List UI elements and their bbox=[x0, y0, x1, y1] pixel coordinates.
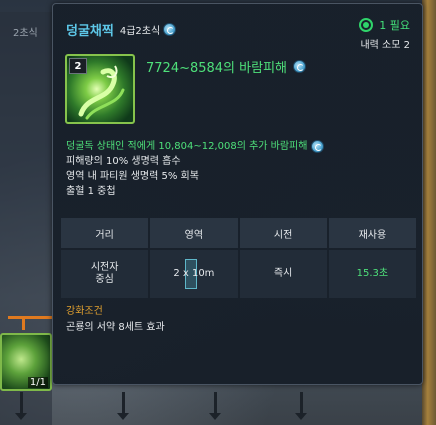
bonus-damage-text: 덩굴독 상태인 적에게 10,804~12,008의 추가 바람피해 bbox=[66, 141, 308, 152]
desc-line: 출혈 1 중첩 bbox=[66, 186, 116, 197]
stat-header-cooldown: 재사용 bbox=[328, 218, 416, 248]
desc-line: 영역 내 파티원 생명력 5% 회복 bbox=[66, 171, 199, 182]
stat-header-cast: 시전 bbox=[239, 218, 327, 248]
skill-tree-connector-vertical bbox=[22, 316, 25, 330]
skill-point-count: 1/1 bbox=[27, 377, 48, 388]
background-skill-slot[interactable]: 1/1 bbox=[0, 333, 52, 391]
upgrade-title: 강화조건 bbox=[66, 306, 103, 317]
desc-line: 피해량의 10% 생명력 흡수 bbox=[66, 156, 181, 167]
upgrade-description: 곤룡의 서약 8세트 효과 bbox=[66, 322, 165, 333]
stat-area-value: 2 x 10m bbox=[173, 268, 215, 279]
skill-tooltip: 덩굴채찍 4급2초식 1 필요 내력 소모 2 2 7724~8584의 바람피… bbox=[52, 3, 423, 385]
skill-name: 덩굴채찍 bbox=[66, 24, 114, 39]
stat-cast: 즉시 bbox=[239, 250, 327, 298]
damage-row: 7724~8584의 바람피해 bbox=[146, 57, 306, 76]
down-arrow-icon bbox=[117, 392, 129, 420]
skill-cost: 1 필요 내력 소모 2 bbox=[359, 17, 410, 51]
stat-area: 2 x 10m bbox=[150, 250, 238, 298]
vine-whip-skill-icon: 2 bbox=[65, 54, 135, 124]
background-cost-label: 2초식 bbox=[13, 28, 38, 39]
stat-header-distance: 거리 bbox=[61, 218, 149, 248]
wind-element-icon bbox=[311, 140, 325, 153]
skill-hotkey: 2 bbox=[69, 58, 87, 74]
skill-description: 덩굴독 상태인 적에게 10,804~12,008의 추가 바람피해 피해량의 … bbox=[66, 139, 325, 199]
upgrade-condition: 강화조건 곤룡의 서약 8세트 효과 bbox=[66, 304, 165, 336]
stat-distance: 시전자 중심 bbox=[61, 250, 149, 298]
tooltip-title-row: 덩굴채찍 4급2초식 bbox=[66, 20, 177, 39]
damage-value: 7724~8584의 바람피해 bbox=[146, 61, 287, 76]
stat-header-area: 영역 bbox=[150, 218, 238, 248]
skill-stats-table: 거리 영역 시전 재사용 시전자 중심 2 x 10m 즉시 15.3초 bbox=[61, 218, 416, 298]
skill-tier: 4급2초식 bbox=[119, 26, 161, 37]
skill-tree-connector bbox=[8, 316, 52, 319]
stat-cooldown: 15.3초 bbox=[328, 250, 416, 298]
cost-required: 1 필요 bbox=[379, 19, 410, 32]
down-arrow-icon bbox=[295, 392, 307, 420]
background-frame-edge bbox=[422, 0, 436, 425]
chi-orb-icon bbox=[359, 18, 374, 32]
down-arrow-icon bbox=[209, 392, 221, 420]
wind-element-icon bbox=[163, 23, 177, 36]
down-arrow-icon bbox=[15, 392, 27, 420]
wind-element-icon bbox=[293, 60, 306, 73]
cost-mp: 내력 소모 2 bbox=[360, 40, 410, 51]
